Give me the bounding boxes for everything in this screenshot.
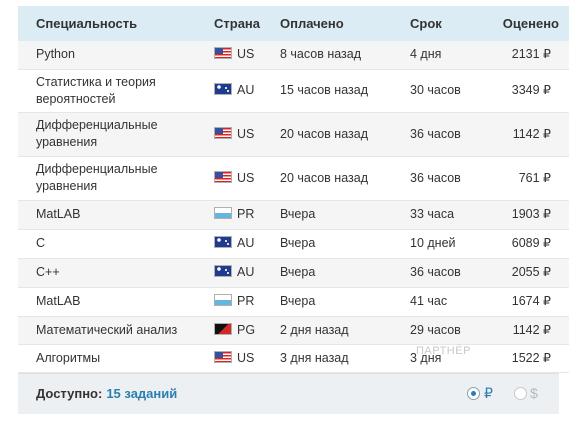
cell-country: PR bbox=[214, 287, 280, 317]
partner-watermark: ПАРТНЁР bbox=[416, 345, 471, 357]
cell-paid: Вчера bbox=[280, 287, 410, 317]
cell-specialty: Python bbox=[18, 41, 214, 70]
cell-country: PG bbox=[214, 316, 280, 345]
cell-paid: 3 дня назад bbox=[280, 344, 410, 373]
table-row[interactable]: Алгоритмы US 3 дня назад 3 дня 1522 ₽ bbox=[18, 344, 569, 373]
cell-specialty: C bbox=[18, 229, 214, 259]
table-row[interactable]: Статистика и теория вероятностей AU 15 час… bbox=[18, 69, 569, 113]
country-code: US bbox=[237, 47, 255, 62]
currency-usd-radio[interactable] bbox=[514, 386, 527, 400]
cell-specialty: MatLAB bbox=[18, 200, 214, 230]
cell-price: 1903 ₽ bbox=[492, 200, 569, 230]
cell-price: 1142 ₽ bbox=[492, 112, 569, 157]
cell-country: AU bbox=[214, 258, 280, 288]
cell-price: 1522 ₽ bbox=[492, 344, 569, 373]
cell-specialty: Дифференциальные уравнения bbox=[18, 156, 214, 201]
cell-country: US bbox=[214, 112, 280, 157]
country-code: AU bbox=[237, 236, 255, 250]
country-code: US bbox=[237, 170, 255, 185]
flag-us-icon bbox=[214, 126, 232, 139]
table-row[interactable]: Python US 8 часов назад 4 дня 2131 ₽ bbox=[18, 41, 569, 70]
country-code: PG bbox=[237, 322, 256, 337]
flag-us-icon bbox=[214, 47, 232, 60]
table-footer: Доступно: 15 заданий ₽ $ bbox=[18, 372, 559, 414]
cell-term: 36 часов bbox=[410, 112, 492, 157]
currency-rub-label[interactable]: ₽ bbox=[484, 385, 493, 402]
cell-term: 29 часов bbox=[410, 316, 492, 345]
country-code: AU bbox=[237, 265, 255, 279]
table-row[interactable]: Дифференциальные уравнения US 20 часов наз… bbox=[18, 112, 569, 157]
cell-country: US bbox=[214, 41, 280, 70]
country-code: PR bbox=[237, 207, 255, 221]
cell-specialty: Статистика и теория вероятностей bbox=[18, 69, 214, 113]
country-code: AU bbox=[237, 83, 255, 97]
cell-price: 1674 ₽ bbox=[492, 287, 569, 317]
table-row[interactable]: MatLAB PR Вчера 41 час 1674 ₽ bbox=[18, 287, 569, 317]
orders-table: Специальность Страна Оплачено Срок Оцене… bbox=[18, 6, 569, 373]
cell-country: AU bbox=[214, 229, 280, 259]
cell-paid: 15 часов назад bbox=[280, 69, 410, 113]
country-code: US bbox=[237, 126, 255, 141]
cell-paid: Вчера bbox=[280, 258, 410, 288]
cell-term: 41 час bbox=[410, 287, 492, 317]
cell-country: US bbox=[214, 156, 280, 201]
cell-price: 1142 ₽ bbox=[492, 316, 569, 345]
flag-pg-icon bbox=[214, 322, 232, 335]
cell-specialty: C++ bbox=[18, 258, 214, 288]
header-price: Оценено bbox=[502, 16, 559, 31]
flag-au-icon bbox=[214, 236, 232, 248]
cell-specialty: Дифференциальные уравнения bbox=[18, 112, 214, 157]
orders-panel: Специальность Страна Оплачено Срок Оцене… bbox=[18, 6, 569, 414]
cell-country: PR bbox=[214, 200, 280, 230]
cell-paid: 2 дня назад bbox=[280, 316, 410, 345]
table-header-row: Специальность Страна Оплачено Срок Оцене… bbox=[18, 6, 569, 41]
cell-term: 33 часа bbox=[410, 200, 492, 230]
cell-price: 6089 ₽ bbox=[492, 229, 569, 259]
flag-us-icon bbox=[214, 170, 232, 183]
currency-rub-radio[interactable] bbox=[467, 386, 480, 400]
flag-pr-icon bbox=[214, 294, 232, 306]
cell-price: 2055 ₽ bbox=[492, 258, 569, 288]
cell-specialty: Алгоритмы bbox=[18, 344, 214, 373]
cell-price: 761 ₽ bbox=[492, 156, 569, 201]
country-code: PR bbox=[237, 294, 255, 308]
cell-term: 36 часов bbox=[410, 258, 492, 288]
cell-specialty: MatLAB bbox=[18, 287, 214, 317]
header-specialty: Специальность bbox=[36, 16, 138, 31]
available-label: Доступно: bbox=[36, 385, 103, 401]
table-row[interactable]: Дифференциальные уравнения US 20 часов наз… bbox=[18, 156, 569, 201]
cell-term: 4 дня bbox=[410, 41, 492, 70]
currency-usd-label[interactable]: $ bbox=[530, 385, 538, 401]
cell-paid: Вчера bbox=[280, 200, 410, 230]
cell-price: 3349 ₽ bbox=[492, 69, 569, 113]
cell-price: 2131 ₽ bbox=[492, 41, 569, 70]
flag-us-icon bbox=[214, 350, 232, 363]
cell-term: 10 дней bbox=[410, 229, 492, 259]
country-code: US bbox=[237, 350, 255, 365]
available-tasks-link[interactable]: 15 заданий bbox=[106, 386, 177, 401]
flag-au-icon bbox=[214, 83, 232, 95]
flag-pr-icon bbox=[214, 207, 232, 219]
cell-country: US bbox=[214, 344, 280, 373]
cell-paid: 20 часов назад bbox=[280, 112, 410, 157]
header-term: Срок bbox=[410, 16, 442, 31]
header-paid: Оплачено bbox=[280, 16, 344, 31]
table-row[interactable]: MatLAB PR Вчера 33 часа 1903 ₽ bbox=[18, 200, 569, 230]
flag-au-icon bbox=[214, 265, 232, 277]
table-row[interactable]: Математический анализ PG 2 дня назад 29 час… bbox=[18, 316, 569, 345]
available-count: Доступно: 15 заданий bbox=[36, 386, 177, 401]
table-row[interactable]: C AU Вчера 10 дней 6089 ₽ bbox=[18, 229, 569, 259]
cell-paid: 20 часов назад bbox=[280, 156, 410, 201]
cell-term: 36 часов bbox=[410, 156, 492, 201]
cell-country: AU bbox=[214, 69, 280, 113]
table-row[interactable]: C++ AU Вчера 36 часов 2055 ₽ bbox=[18, 258, 569, 288]
cell-paid: Вчера bbox=[280, 229, 410, 259]
cell-specialty: Математический анализ bbox=[18, 316, 214, 345]
cell-term: 30 часов bbox=[410, 69, 492, 113]
header-country: Страна bbox=[214, 16, 261, 31]
cell-paid: 8 часов назад bbox=[280, 41, 410, 70]
